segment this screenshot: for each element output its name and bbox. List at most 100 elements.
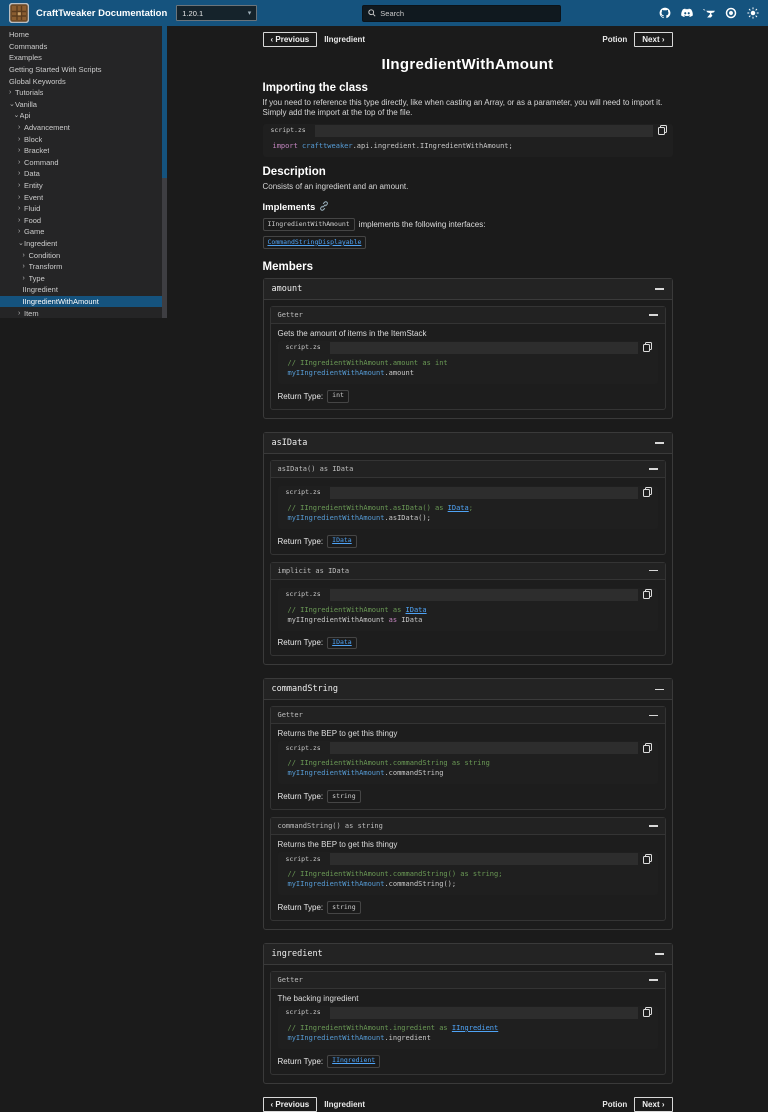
copy-button[interactable]: [637, 587, 658, 601]
code-link[interactable]: IIngredient: [452, 1024, 498, 1032]
collapse-icon[interactable]: [648, 979, 658, 981]
sidebar-item-iingredient[interactable]: IIngredient: [0, 284, 167, 296]
sidebar-item-event[interactable]: › Event: [0, 191, 167, 203]
site-title: CraftTweaker Documentation: [36, 7, 168, 19]
collapse-icon[interactable]: [654, 953, 664, 955]
collapse-icon[interactable]: [648, 314, 658, 316]
copy-button[interactable]: [637, 485, 658, 499]
copy-button[interactable]: [637, 1005, 658, 1019]
sidebar-item-food[interactable]: › Food: [0, 215, 167, 227]
sidebar-item-transform[interactable]: › Transform: [0, 261, 167, 273]
previous-page-label[interactable]: IIngredient: [324, 35, 365, 44]
previous-page-label[interactable]: IIngredient: [324, 1100, 365, 1109]
top-bar-icons: [659, 7, 759, 19]
sidebar-item-global-keywords[interactable]: Global Keywords: [0, 75, 167, 87]
code-link[interactable]: IData: [448, 504, 469, 512]
entry-header[interactable]: Getter: [270, 971, 665, 989]
sidebar-item-data[interactable]: › Data: [0, 168, 167, 180]
next-page-label[interactable]: Potion: [602, 1100, 627, 1109]
code-token: // IIngredientWithAmount.amount as int: [287, 358, 448, 367]
theme-toggle-icon[interactable]: [747, 7, 759, 19]
sidebar-item-entity[interactable]: › Entity: [0, 180, 167, 192]
entry-signature: Getter: [277, 711, 303, 720]
sidebar-item-home[interactable]: Home: [0, 29, 167, 41]
github-icon[interactable]: [659, 7, 671, 19]
previous-button[interactable]: ‹ Previous: [262, 32, 318, 47]
sidebar-item-game[interactable]: › Game: [0, 226, 167, 238]
copy-icon: [643, 742, 652, 753]
sidebar-item-item[interactable]: › Item: [0, 307, 167, 318]
code-line: myIIngredientWithAmount.commandString();: [288, 879, 648, 889]
code-tab-label: script.zs: [277, 587, 329, 601]
entry-header[interactable]: asIData() as IData: [270, 460, 665, 478]
implements-subject-chip: IIngredientWithAmount: [262, 218, 355, 231]
collapse-icon[interactable]: [648, 714, 658, 717]
entry-body: Gets the amount of items in the ItemStac…: [271, 324, 665, 409]
member-header-asidata[interactable]: asIData: [263, 432, 672, 454]
search-box[interactable]: [362, 4, 562, 22]
collapse-icon[interactable]: [654, 688, 664, 691]
sidebar-item-label: Commands: [9, 41, 48, 51]
member-header-amount[interactable]: amount: [263, 278, 672, 300]
copy-button[interactable]: [637, 340, 658, 354]
sidebar-item-examples[interactable]: Examples: [0, 52, 167, 64]
code-line: myIIngredientWithAmount.ingredient: [288, 1033, 648, 1043]
sidebar-item-iingredientwithamount[interactable]: IIngredientWithAmount: [0, 295, 167, 308]
sidebar-item-condition[interactable]: › Condition: [0, 249, 167, 261]
search-input[interactable]: [380, 8, 556, 18]
collapse-icon[interactable]: [654, 441, 664, 444]
sidebar-item-label: Condition: [28, 250, 61, 260]
entry-header[interactable]: Getter: [270, 306, 665, 324]
sidebar-item-label: Bracket: [24, 146, 50, 156]
collapse-icon[interactable]: [654, 288, 664, 290]
modrinth-icon[interactable]: [725, 7, 737, 19]
collapse-icon[interactable]: [648, 569, 658, 572]
sidebar-item-fluid[interactable]: › Fluid: [0, 203, 167, 215]
sidebar-item-type[interactable]: › Type: [0, 272, 167, 284]
sidebar-item-label: Command: [24, 157, 59, 167]
code-token: IData: [397, 615, 423, 624]
next-button[interactable]: Next ›: [634, 1096, 673, 1112]
sidebar-item-advancement[interactable]: › Advancement: [0, 122, 167, 134]
collapse-icon[interactable]: [648, 467, 658, 470]
sidebar-item-api[interactable]: ⌄ Api: [0, 110, 167, 122]
code-link[interactable]: IData: [406, 606, 427, 614]
sidebar-item-bracket[interactable]: › Bracket: [0, 145, 167, 157]
crafttweaker-logo-icon: [8, 2, 30, 24]
collapse-icon[interactable]: [648, 825, 658, 827]
member-header-commandstring[interactable]: commandString: [263, 679, 672, 701]
copy-button[interactable]: [637, 741, 658, 755]
entry-header[interactable]: commandString() as string: [270, 818, 665, 836]
curseforge-icon[interactable]: [703, 7, 715, 19]
return-type-value[interactable]: IIngredient: [327, 1054, 381, 1068]
copy-button[interactable]: [637, 852, 658, 866]
code-block-header: script.zs: [277, 852, 658, 866]
code-line: // IIngredientWithAmount.commandString()…: [288, 869, 648, 879]
entry-header[interactable]: implicit as IData: [270, 562, 665, 580]
next-button[interactable]: Next ›: [634, 32, 673, 47]
discord-icon[interactable]: [681, 7, 693, 19]
entry-header[interactable]: Getter: [270, 707, 665, 725]
member-header-ingredient[interactable]: ingredient: [263, 943, 672, 965]
copy-button[interactable]: [652, 123, 673, 137]
sidebar-item-command[interactable]: › Command: [0, 157, 167, 169]
interface-link-commandstringdisplayable[interactable]: CommandStringDisplayable: [262, 236, 367, 250]
sidebar-item-getting-started-with-scripts[interactable]: Getting Started With Scripts: [0, 64, 167, 76]
sidebar-item-block[interactable]: › Block: [0, 133, 167, 145]
sidebar-item-ingredient[interactable]: ⌄ Ingredient: [0, 238, 167, 250]
code-block: script.zs // IIngredientWithAmount.ingred…: [277, 1005, 658, 1049]
return-type-value[interactable]: IData: [327, 534, 357, 548]
sidebar-item-vanilla[interactable]: ⌄ Vanilla: [0, 99, 167, 111]
sidebar-item-tutorials[interactable]: › Tutorials: [0, 87, 167, 99]
code-body: // IIngredientWithAmount.asIData() as ID…: [278, 499, 658, 529]
previous-button[interactable]: ‹ Previous: [262, 1096, 318, 1112]
code-tab-label: script.zs: [277, 852, 329, 866]
code-block: script.zs import crafttweaker.api.ingredi…: [262, 123, 673, 157]
link-anchor-icon[interactable]: [319, 201, 329, 214]
version-dropdown[interactable]: 1.20.1 ▾: [176, 5, 258, 21]
return-type-value[interactable]: IData: [327, 636, 357, 650]
sidebar-item-label: Api: [19, 111, 31, 121]
code-line: myIIngredientWithAmount.commandString: [288, 768, 648, 778]
sidebar-item-commands[interactable]: Commands: [0, 41, 167, 53]
next-page-label[interactable]: Potion: [602, 35, 627, 44]
